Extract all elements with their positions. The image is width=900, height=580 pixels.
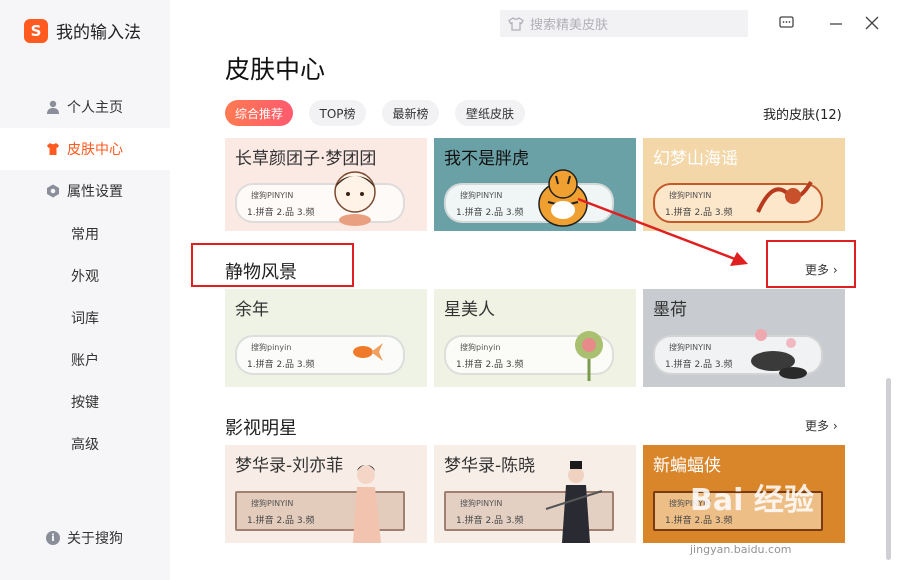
scrollbar[interactable] [886,378,891,560]
watermark-logo: Bai 经验 [690,483,814,518]
watermark-url: jingyan.baidu.com [690,543,792,556]
